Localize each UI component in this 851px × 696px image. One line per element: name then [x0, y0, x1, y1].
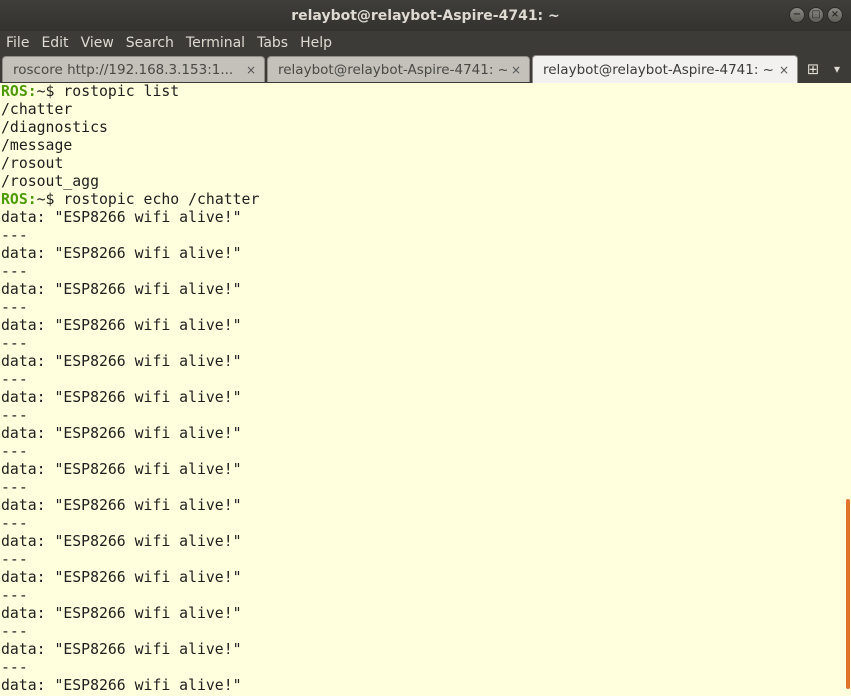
- echo-data-line: data: "ESP8266 wifi alive!": [1, 353, 242, 370]
- echo-separator: ---: [1, 407, 28, 424]
- topic-line: /rosout: [1, 155, 64, 172]
- minimize-button[interactable]: −: [789, 7, 805, 23]
- terminal-text: ROS:~$ rostopic list/chatter/diagnostics…: [0, 83, 851, 695]
- echo-data-line: data: "ESP8266 wifi alive!": [1, 461, 242, 478]
- echo-data-line: data: "ESP8266 wifi alive!": [1, 281, 242, 298]
- chevron-down-icon[interactable]: ▾: [824, 55, 850, 83]
- echo-separator: ---: [1, 587, 28, 604]
- echo-separator: ---: [1, 551, 28, 568]
- topic-line: /message: [1, 137, 73, 154]
- tab-label: roscore http://192.168.3.153:1...: [13, 61, 234, 78]
- close-icon[interactable]: ×: [242, 63, 260, 77]
- tab-roscore[interactable]: roscore http://192.168.3.153:1... ×: [2, 56, 265, 82]
- tab-label: relaybot@relaybot-Aspire-4741: ~: [278, 61, 507, 78]
- terminal-output[interactable]: ROS:~$ rostopic list/chatter/diagnostics…: [0, 83, 851, 696]
- echo-separator: ---: [1, 623, 28, 640]
- echo-data-line: data: "ESP8266 wifi alive!": [1, 245, 242, 262]
- echo-data-line: data: "ESP8266 wifi alive!": [1, 209, 242, 226]
- scrollbar[interactable]: [845, 83, 851, 696]
- prompt-line: ROS:~$ rostopic list: [1, 83, 180, 100]
- topic-line: /chatter: [1, 101, 73, 118]
- window-title: relaybot@relaybot-Aspire-4741: ~: [291, 7, 560, 24]
- menu-tabs[interactable]: Tabs: [251, 31, 294, 55]
- close-icon[interactable]: ×: [775, 63, 793, 77]
- echo-separator: ---: [1, 659, 28, 676]
- echo-separator: ---: [1, 443, 28, 460]
- menu-file[interactable]: File: [0, 31, 35, 55]
- echo-separator: ---: [1, 479, 28, 496]
- scrollbar-thumb[interactable]: [846, 499, 850, 689]
- close-window-button[interactable]: ×: [827, 7, 843, 23]
- menu-bar: File Edit View Search Terminal Tabs Help: [0, 31, 851, 55]
- tab-terminal-2[interactable]: relaybot@relaybot-Aspire-4741: ~ ×: [267, 56, 530, 82]
- echo-data-line: data: "ESP8266 wifi alive!": [1, 497, 242, 514]
- echo-data-line: data: "ESP8266 wifi alive!": [1, 317, 242, 334]
- menu-help[interactable]: Help: [294, 31, 338, 55]
- topic-line: /diagnostics: [1, 119, 108, 136]
- menu-edit[interactable]: Edit: [35, 31, 74, 55]
- echo-separator: ---: [1, 335, 28, 352]
- echo-separator: ---: [1, 515, 28, 532]
- echo-data-line: data: "ESP8266 wifi alive!": [1, 389, 242, 406]
- window-titlebar[interactable]: relaybot@relaybot-Aspire-4741: ~ − □ ×: [0, 0, 851, 31]
- close-icon[interactable]: ×: [507, 63, 525, 77]
- echo-data-line: data: "ESP8266 wifi alive!": [1, 425, 242, 442]
- tab-bar: roscore http://192.168.3.153:1... × rela…: [0, 55, 851, 83]
- window-controls: − □ ×: [789, 7, 843, 23]
- tab-terminal-3[interactable]: relaybot@relaybot-Aspire-4741: ~ ×: [532, 55, 798, 83]
- echo-separator: ---: [1, 299, 28, 316]
- prompt-line: ROS:~$ rostopic echo /chatter: [1, 191, 260, 208]
- echo-data-line: data: "ESP8266 wifi alive!": [1, 605, 242, 622]
- echo-data-line: data: "ESP8266 wifi alive!": [1, 641, 242, 658]
- menu-search[interactable]: Search: [120, 31, 180, 55]
- menu-terminal[interactable]: Terminal: [180, 31, 251, 55]
- echo-separator: ---: [1, 263, 28, 280]
- echo-data-line: data: "ESP8266 wifi alive!": [1, 677, 242, 694]
- topic-line: /rosout_agg: [1, 173, 99, 190]
- tab-label: relaybot@relaybot-Aspire-4741: ~: [543, 61, 774, 78]
- echo-data-line: data: "ESP8266 wifi alive!": [1, 533, 242, 550]
- echo-separator: ---: [1, 227, 28, 244]
- echo-data-line: data: "ESP8266 wifi alive!": [1, 569, 242, 586]
- echo-separator: ---: [1, 371, 28, 388]
- menu-view[interactable]: View: [75, 31, 120, 55]
- maximize-button[interactable]: □: [808, 7, 824, 23]
